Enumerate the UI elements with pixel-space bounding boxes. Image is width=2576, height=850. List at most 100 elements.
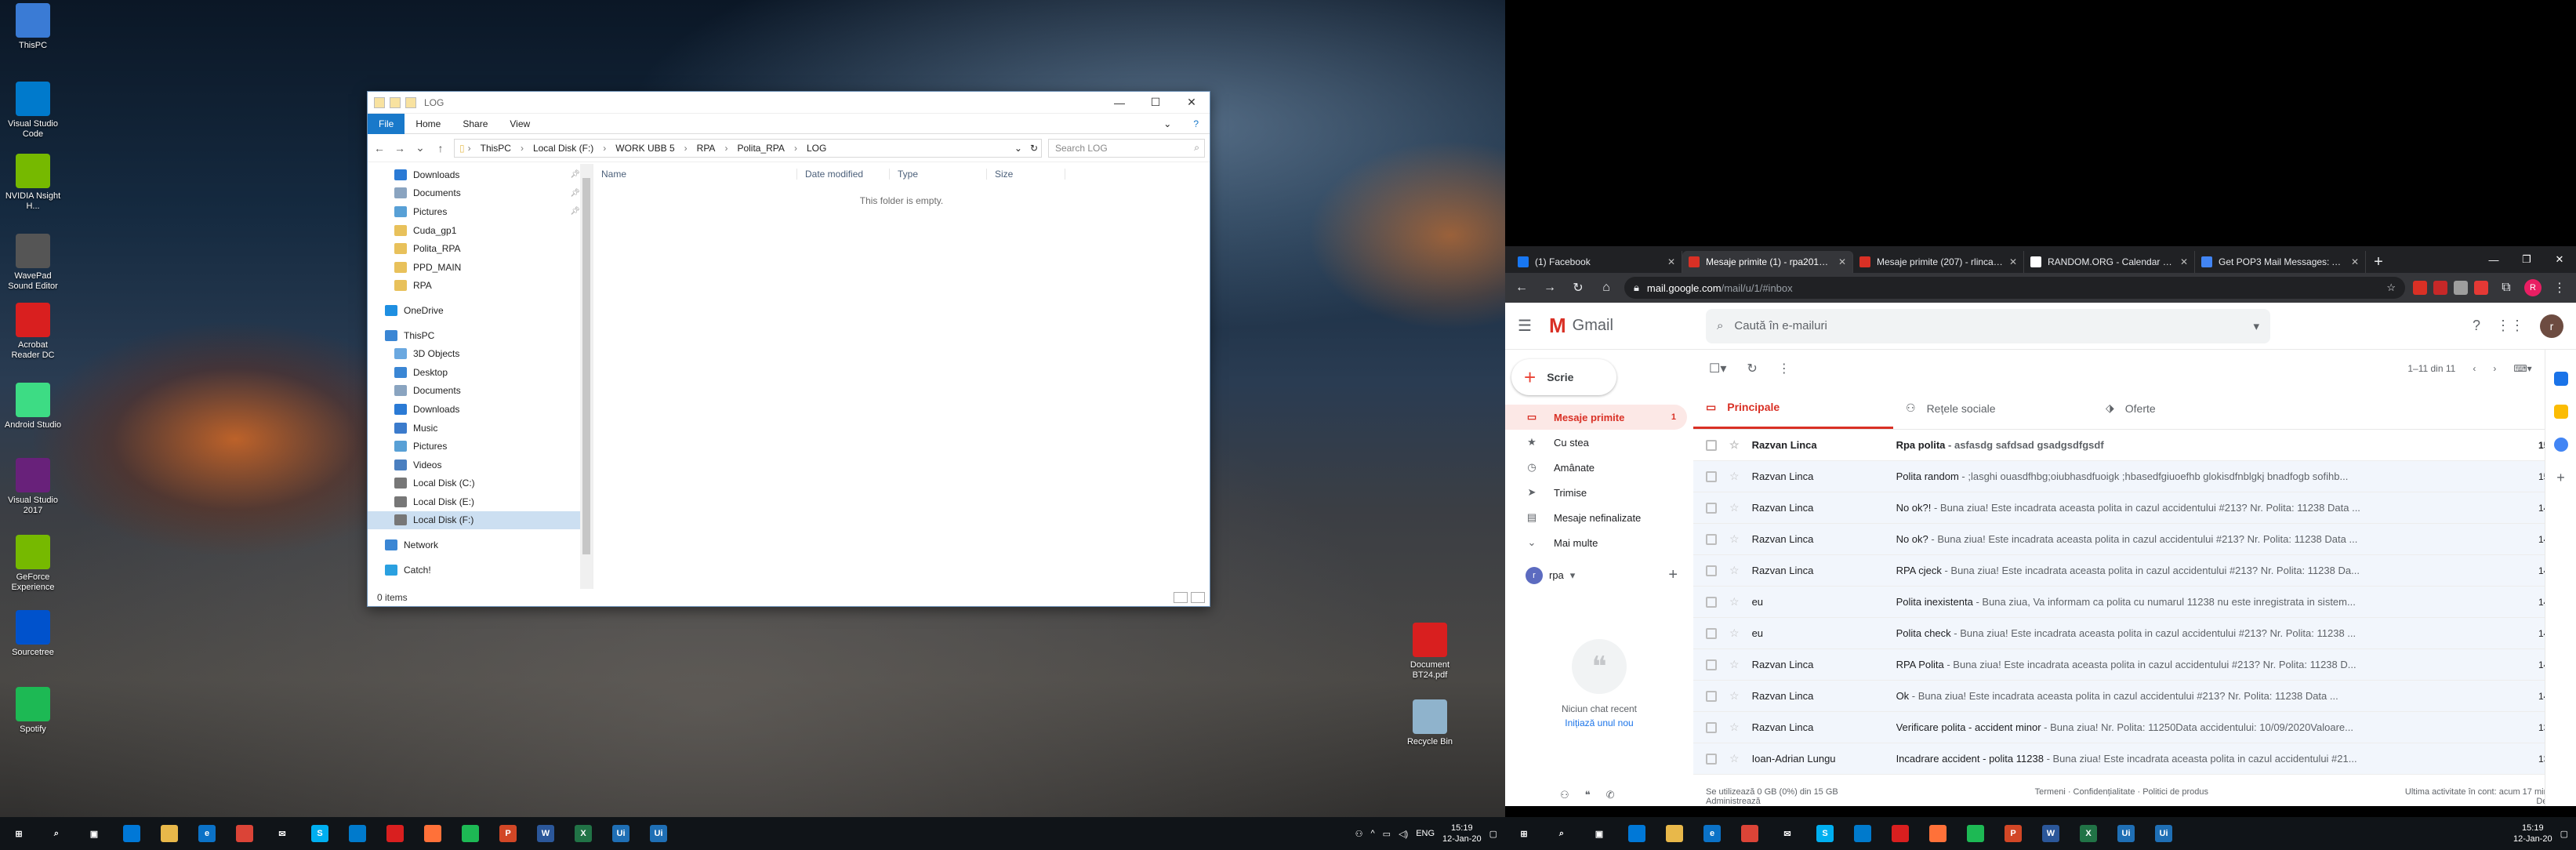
column-header-type[interactable]: Type [890, 169, 987, 180]
sidebar-item-send[interactable]: ➤ Trimise [1505, 480, 1687, 505]
row-checkbox[interactable] [1706, 502, 1717, 514]
gmail-logo[interactable]: M Gmail [1549, 314, 1706, 338]
desktop-shortcut[interactable]: ThisPC [3, 3, 63, 51]
manage-storage-link[interactable]: Administrează [1706, 797, 1838, 806]
more-icon[interactable]: ⋮ [1778, 361, 1791, 376]
add-chat-icon[interactable]: + [1668, 566, 1678, 584]
footer-links[interactable]: Termeni · Confidențialitate · Politici d… [2035, 787, 2208, 806]
nav-item[interactable]: 3D Objects [368, 344, 593, 363]
close-tab-icon[interactable]: ✕ [2351, 256, 2359, 267]
star-icon[interactable]: ☆ [1729, 627, 1740, 640]
nav-item[interactable]: Polita_RPA [368, 239, 593, 258]
desktop-shortcut[interactable]: NVIDIA Nsight H... [3, 154, 63, 212]
close-button[interactable]: ✕ [2543, 246, 2576, 273]
taskbar-button[interactable] [339, 817, 376, 850]
email-row[interactable]: ☆ Razvan Linca Ok - Buna ziua! Este incadr… [1693, 681, 2576, 712]
network-icon[interactable]: ▭ [1383, 829, 1391, 839]
forward-arrow-icon[interactable]: → [1540, 281, 1560, 295]
star-icon[interactable]: ☆ [1729, 532, 1740, 546]
row-checkbox[interactable] [1706, 565, 1717, 576]
nav-item[interactable]: ThisPC [368, 326, 593, 345]
star-icon[interactable]: ☆ [1729, 501, 1740, 514]
hangouts-icon[interactable]: ❝ [1585, 789, 1591, 801]
sidebar-item-inbox[interactable]: ▭ Mesaje primite 1 [1505, 405, 1687, 430]
email-row[interactable]: ☆ Razvan Linca No ok?! - Buna ziua! Este i… [1693, 492, 2576, 524]
close-tab-icon[interactable]: ✕ [1667, 256, 1675, 267]
notifications-icon[interactable]: ▢ [2560, 829, 2568, 839]
column-header-date-modified[interactable]: Date modified [797, 169, 890, 180]
breadcrumb-separator-icon[interactable]: › [794, 143, 797, 154]
taskbar-button[interactable]: ▣ [1580, 817, 1618, 850]
taskbar-button[interactable]: Ui [602, 817, 640, 850]
row-checkbox[interactable] [1706, 470, 1717, 482]
breadcrumb-separator-icon[interactable]: › [684, 143, 688, 154]
extension-icon[interactable] [2454, 281, 2468, 295]
address-bar[interactable]: ▯ › ThisPC › Local Disk (F:) › WORK UBB 5 › RPA ›… [454, 138, 1042, 158]
nav-item[interactable]: Videos [368, 456, 593, 474]
search-input[interactable]: Search LOG ⌕ [1048, 138, 1205, 158]
taskbar-button[interactable]: Ui [2107, 817, 2145, 850]
get-addons-icon[interactable]: + [2554, 470, 2568, 485]
nav-item[interactable]: Downloads [368, 400, 593, 419]
email-row[interactable]: ☆ Ioan-Adrian Lungu Incadrare accident - p… [1693, 743, 2576, 775]
breadcrumb-item[interactable]: ThisPC [474, 143, 517, 154]
taskbar-button[interactable] [414, 817, 452, 850]
up-arrow-icon[interactable]: ↑ [434, 142, 448, 154]
restore-button[interactable]: ❐ [2510, 246, 2543, 273]
older-page-icon[interactable]: › [2493, 363, 2496, 374]
taskbar-button[interactable]: e [1693, 817, 1731, 850]
contacts-icon[interactable]: ⚇ [1560, 789, 1569, 801]
search-options-icon[interactable]: ▾ [2253, 319, 2259, 333]
large-icons-view-icon[interactable] [1191, 592, 1205, 603]
email-row[interactable]: ☆ eu Polita inexistenta - Buna ziua, Va in… [1693, 587, 2576, 618]
email-row[interactable]: ☆ Razvan Linca No ok? - Buna ziua! Este in… [1693, 524, 2576, 555]
extension-icon[interactable] [2433, 281, 2447, 295]
keep-icon[interactable] [2553, 405, 2568, 419]
phone-icon[interactable]: ✆ [1606, 789, 1615, 801]
star-icon[interactable]: ☆ [1729, 658, 1740, 671]
star-icon[interactable]: ☆ [1729, 689, 1740, 703]
taskbar-button[interactable]: ⊞ [0, 817, 38, 850]
help-icon[interactable]: ? [1182, 114, 1210, 134]
taskbar-button[interactable] [376, 817, 414, 850]
nav-item[interactable]: Pictures 📌︎ [368, 202, 593, 221]
browser-tab[interactable]: Get POP3 Mail Messages: Aut... ✕ [2195, 251, 2366, 273]
taskbar-button[interactable] [1618, 817, 1656, 850]
desktop-shortcut[interactable]: Sourcetree [3, 610, 63, 658]
breadcrumb-separator-icon[interactable]: › [724, 143, 727, 154]
reload-icon[interactable]: ↻ [1568, 280, 1588, 296]
language-indicator[interactable]: ENG [1416, 829, 1435, 838]
taskbar-button[interactable] [452, 817, 489, 850]
email-row[interactable]: ☆ Razvan Linca Verificare polita - acciden… [1693, 712, 2576, 743]
nav-item[interactable]: PPD_MAIN [368, 258, 593, 277]
sidebar-item-chevron-down[interactable]: ⌄ Mai multe [1505, 530, 1687, 555]
search-icon[interactable]: ⌕ [1717, 319, 1723, 332]
taskbar-button[interactable] [1656, 817, 1693, 850]
nav-scrollbar[interactable] [580, 164, 593, 589]
help-icon[interactable]: ? [2473, 318, 2480, 334]
taskbar-button[interactable]: S [1806, 817, 1844, 850]
ribbon-tab-share[interactable]: Share [452, 114, 499, 134]
taskbar-button[interactable] [1881, 817, 1919, 850]
close-tab-icon[interactable]: ✕ [2009, 256, 2017, 267]
nav-item[interactable]: Local Disk (C:) [368, 474, 593, 493]
people-icon[interactable]: ⚇ [1355, 829, 1363, 839]
desktop-shortcut[interactable]: Android Studio [3, 383, 63, 430]
close-button[interactable]: ✕ [1174, 92, 1210, 114]
taskbar-button[interactable] [226, 817, 263, 850]
desktop-shortcut[interactable]: Visual Studio Code [3, 82, 63, 140]
desktop-shortcut[interactable]: Visual Studio 2017 [3, 458, 63, 516]
select-all-checkbox[interactable]: ☐▾ [1709, 361, 1726, 376]
star-icon[interactable]: ☆ [1729, 438, 1740, 452]
clock-right[interactable]: 15:19 12-Jan-20 [2513, 823, 2552, 845]
refresh-icon[interactable]: ↻ [1747, 361, 1757, 376]
category-tab[interactable]: ▭ Principale [1693, 387, 1893, 429]
email-row[interactable]: ☆ eu Polita check - Buna ziua! Este incadr… [1693, 618, 2576, 649]
taskbar-button[interactable]: ▣ [75, 817, 113, 850]
profile-avatar[interactable]: R [2524, 279, 2542, 296]
back-arrow-icon[interactable]: ← [372, 142, 386, 154]
nav-item[interactable]: Desktop [368, 363, 593, 382]
nav-item[interactable]: Documents [368, 382, 593, 401]
properties-icon[interactable] [390, 96, 401, 108]
start-chat-link[interactable]: Inițiază unul nou [1505, 716, 1693, 730]
